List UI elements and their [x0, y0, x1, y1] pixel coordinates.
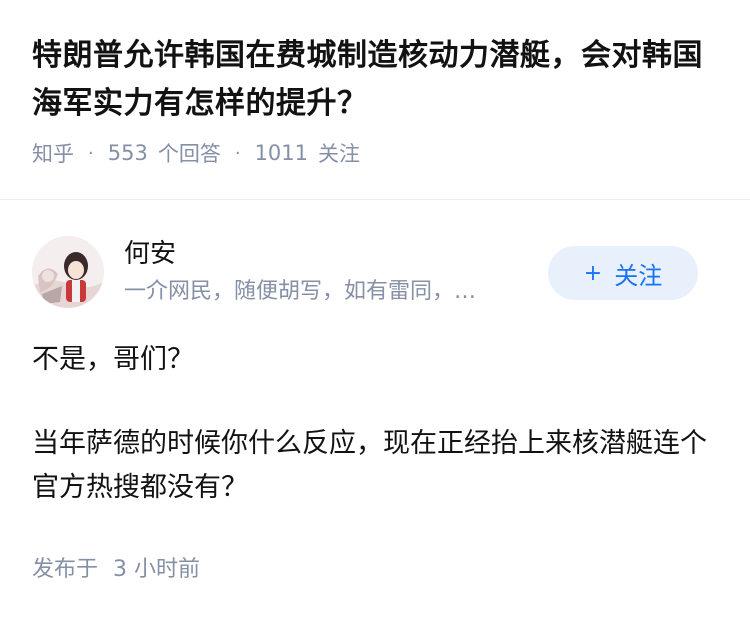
follower-count: 1011 — [254, 141, 309, 165]
published-label: 发布于 — [32, 557, 99, 582]
author-row: 何安 一介网民，随便胡写，如有雷同，… + 关注 — [32, 236, 718, 308]
follower-count-label: 关注 — [318, 142, 361, 166]
avatar[interactable] — [32, 236, 104, 308]
published-time: 3 小时前 — [113, 557, 201, 582]
plus-icon: + — [583, 260, 603, 286]
follow-label: 关注 — [614, 261, 663, 290]
answer-paragraph: 当年萨德的时候你什么反应，现在正经抬上来核潜艇连个官方热搜都没有？ — [32, 428, 707, 503]
follow-button[interactable]: + 关注 — [548, 246, 698, 300]
meta-separator: · — [234, 142, 241, 164]
question-header: 特朗普允许韩国在费城制造核动力潜艇，会对韩国海军实力有怎样的提升？ 知乎 · 5… — [0, 0, 750, 168]
answer-page: 特朗普允许韩国在费城制造核动力潜艇，会对韩国海军实力有怎样的提升？ 知乎 · 5… — [0, 0, 750, 622]
author-name[interactable]: 何安 — [124, 236, 534, 272]
answer-count: 553 — [107, 141, 148, 165]
source-label[interactable]: 知乎 — [32, 138, 74, 168]
answer-content[interactable]: 不是，哥们？ 当年萨德的时候你什么反应，现在正经抬上来核潜艇连个官方热搜都没有？ — [32, 338, 718, 550]
question-meta: 知乎 · 553 个回答 · 1011 关注 — [32, 138, 718, 168]
publish-time: 发布于 3 小时前 — [32, 554, 200, 586]
author-info: 何安 一介网民，随便胡写，如有雷同，… — [124, 236, 534, 308]
meta-separator: · — [88, 142, 94, 164]
answer-count-label[interactable]: 个回答 — [158, 138, 221, 168]
avatar-image — [32, 236, 104, 308]
answer-paragraph: 不是，哥们？ — [32, 344, 194, 375]
question-title[interactable]: 特朗普允许韩国在费城制造核动力潜艇，会对韩国海军实力有怎样的提升？ — [32, 32, 718, 128]
section-divider — [0, 199, 750, 200]
author-bio: 一介网民，随便胡写，如有雷同，… — [124, 279, 477, 304]
